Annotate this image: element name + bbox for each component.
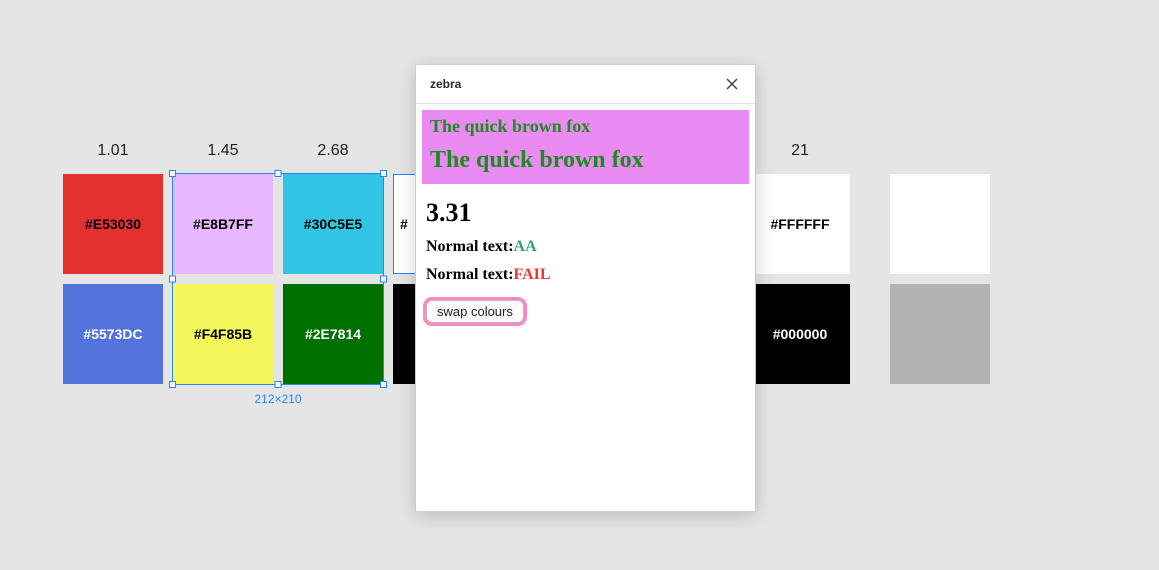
result-value-pass: AA (514, 238, 537, 255)
result-value-fail: FAIL (514, 266, 551, 283)
swatch-hex-partial: # (400, 216, 408, 232)
resize-handle-mid-right[interactable] (380, 276, 387, 283)
swatch-hex: #F4F85B (194, 326, 252, 342)
sample-text-small: The quick brown fox (430, 116, 741, 137)
swatch-hex: #E8B7FF (193, 216, 253, 232)
contrast-ratio-label: 21 (750, 142, 850, 160)
panel-body: The quick brown fox The quick brown fox … (416, 104, 755, 329)
swatch-white-blank[interactable] (890, 174, 990, 274)
swatch-hex: #5573DC (83, 326, 142, 342)
contrast-sample: The quick brown fox The quick brown fox (422, 110, 749, 184)
swatch-f4f85b[interactable]: #F4F85B (173, 284, 273, 384)
selection-dimensions: 212×210 (254, 392, 301, 406)
swatch-grey-blank[interactable] (890, 284, 990, 384)
panel-title: zebra (430, 77, 461, 91)
swatch-5573dc[interactable]: #5573DC (63, 284, 163, 384)
close-icon (725, 77, 739, 91)
contrast-ratio-label: 1.45 (173, 142, 273, 160)
swatch-e8b7ff[interactable]: #E8B7FF (173, 174, 273, 274)
contrast-ratio-label: 2.68 (283, 142, 383, 160)
swatch-hex: #2E7814 (305, 326, 361, 342)
swatch-hex: #30C5E5 (304, 216, 362, 232)
swap-colours-button[interactable]: swap colours (426, 300, 524, 323)
resize-handle-bottom-mid[interactable] (275, 381, 282, 388)
swatch-hex: #000000 (773, 326, 828, 342)
normal-text-aa-result: Normal text:AA (426, 238, 749, 256)
contrast-ratio-label: 1.01 (63, 142, 163, 160)
swatch-2e7814[interactable]: #2E7814 (283, 284, 383, 384)
swatch-hex: #E53030 (85, 216, 141, 232)
swatch-ffffff[interactable]: #FFFFFF (750, 174, 850, 274)
swatch-e53030[interactable]: #E53030 (63, 174, 163, 274)
swatch-hex: #FFFFFF (770, 216, 829, 232)
resize-handle-top-mid[interactable] (275, 170, 282, 177)
swatch-000000[interactable]: #000000 (750, 284, 850, 384)
design-canvas[interactable]: 1.01 #E53030 #5573DC 1.45 #E8B7FF #F4F85… (0, 0, 1159, 570)
swatch-30c5e5[interactable]: #30C5E5 (283, 174, 383, 274)
panel-header: zebra (416, 65, 755, 104)
contrast-ratio-value: 3.31 (426, 198, 749, 228)
sample-text-large: The quick brown fox (430, 147, 741, 174)
result-label: Normal text: (426, 238, 514, 255)
plugin-panel: zebra The quick brown fox The quick brow… (415, 64, 756, 512)
normal-text-aaa-result: Normal text:FAIL (426, 266, 749, 284)
resize-handle-mid-left[interactable] (169, 276, 176, 283)
result-label: Normal text: (426, 266, 514, 283)
close-button[interactable] (723, 75, 741, 93)
